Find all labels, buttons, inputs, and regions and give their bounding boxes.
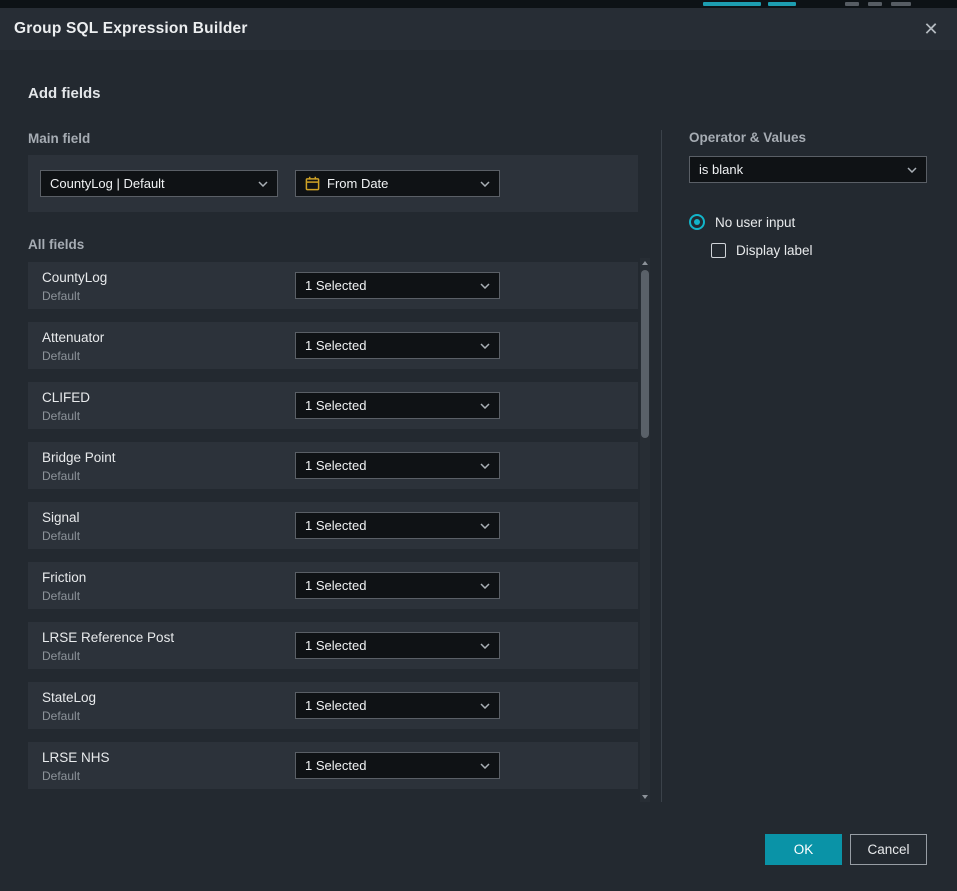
field-source: Default bbox=[42, 469, 80, 483]
field-selection-select[interactable]: 1 Selected bbox=[295, 632, 500, 659]
field-row: CLIFED Default 1 Selected bbox=[28, 382, 638, 429]
main-field-select[interactable]: From Date bbox=[295, 170, 500, 197]
operator-select[interactable]: is blank bbox=[689, 156, 927, 183]
field-name: LRSE Reference Post bbox=[42, 630, 174, 645]
field-selection-value: 1 Selected bbox=[305, 398, 472, 413]
operator-values-heading: Operator & Values bbox=[689, 130, 927, 145]
chevron-down-icon bbox=[480, 643, 490, 649]
field-row: StateLog Default 1 Selected bbox=[28, 682, 638, 729]
all-fields-label: All fields bbox=[28, 237, 84, 252]
main-field-label: Main field bbox=[28, 131, 90, 146]
operator-values-panel: Operator & Values is blank No user input… bbox=[689, 130, 927, 258]
calendar-icon bbox=[305, 176, 320, 191]
chevron-down-icon bbox=[480, 283, 490, 289]
main-field-panel: CountyLog | Default From Date bbox=[28, 155, 638, 212]
field-source: Default bbox=[42, 709, 80, 723]
field-source: Default bbox=[42, 589, 80, 603]
cancel-button[interactable]: Cancel bbox=[850, 834, 927, 865]
field-selection-value: 1 Selected bbox=[305, 578, 472, 593]
ok-button[interactable]: OK bbox=[765, 834, 842, 865]
field-selection-value: 1 Selected bbox=[305, 518, 472, 533]
field-selection-value: 1 Selected bbox=[305, 758, 472, 773]
layer-select-value: CountyLog | Default bbox=[50, 176, 250, 191]
field-selection-select[interactable]: 1 Selected bbox=[295, 752, 500, 779]
field-name: Signal bbox=[42, 510, 80, 525]
chevron-down-icon bbox=[258, 181, 268, 187]
scrollbar-thumb[interactable] bbox=[641, 270, 649, 438]
field-source: Default bbox=[42, 769, 80, 783]
background-app-peek bbox=[0, 0, 957, 8]
no-user-input-label: No user input bbox=[715, 215, 795, 230]
background-icon-fragment bbox=[868, 2, 882, 6]
add-fields-heading: Add fields bbox=[28, 85, 101, 102]
field-source: Default bbox=[42, 349, 80, 363]
scroll-up-icon[interactable] bbox=[642, 261, 648, 265]
chevron-down-icon bbox=[480, 703, 490, 709]
field-row: Attenuator Default 1 Selected bbox=[28, 322, 638, 369]
field-row: LRSE Reference Post Default 1 Selected bbox=[28, 622, 638, 669]
dialog-footer: OK Cancel bbox=[765, 834, 927, 865]
field-name: CountyLog bbox=[42, 270, 107, 285]
dialog-title: Group SQL Expression Builder bbox=[14, 20, 248, 38]
field-name: StateLog bbox=[42, 690, 96, 705]
list-scrollbar[interactable] bbox=[640, 258, 650, 802]
background-icon-fragment bbox=[845, 2, 859, 6]
background-icon-fragment bbox=[891, 2, 911, 6]
layer-select[interactable]: CountyLog | Default bbox=[40, 170, 278, 197]
field-selection-select[interactable]: 1 Selected bbox=[295, 512, 500, 539]
column-divider bbox=[661, 130, 662, 802]
chevron-down-icon bbox=[480, 463, 490, 469]
field-row: Friction Default 1 Selected bbox=[28, 562, 638, 609]
chevron-down-icon bbox=[907, 167, 917, 173]
scroll-down-icon[interactable] bbox=[642, 795, 648, 799]
display-label-label: Display label bbox=[736, 243, 813, 258]
chevron-down-icon bbox=[480, 763, 490, 769]
no-user-input-option: No user input bbox=[689, 214, 927, 230]
field-source: Default bbox=[42, 529, 80, 543]
chevron-down-icon bbox=[480, 403, 490, 409]
dialog-header: Group SQL Expression Builder ✕ bbox=[0, 8, 957, 50]
field-selection-value: 1 Selected bbox=[305, 638, 472, 653]
field-row: LRSE NHS Default 1 Selected bbox=[28, 742, 638, 789]
field-selection-select[interactable]: 1 Selected bbox=[295, 572, 500, 599]
field-row: Bridge Point Default 1 Selected bbox=[28, 442, 638, 489]
field-selection-value: 1 Selected bbox=[305, 278, 472, 293]
field-selection-select[interactable]: 1 Selected bbox=[295, 452, 500, 479]
display-label-option: Display label bbox=[711, 243, 927, 258]
main-field-select-value: From Date bbox=[327, 176, 472, 191]
no-user-input-radio[interactable] bbox=[689, 214, 705, 230]
display-label-checkbox[interactable] bbox=[711, 243, 726, 258]
field-name: Friction bbox=[42, 570, 86, 585]
field-source: Default bbox=[42, 289, 80, 303]
field-selection-value: 1 Selected bbox=[305, 458, 472, 473]
background-link-fragment bbox=[768, 2, 796, 6]
chevron-down-icon bbox=[480, 583, 490, 589]
field-source: Default bbox=[42, 409, 80, 423]
field-selection-value: 1 Selected bbox=[305, 698, 472, 713]
background-link-fragment bbox=[703, 2, 761, 6]
chevron-down-icon bbox=[480, 343, 490, 349]
field-name: LRSE NHS bbox=[42, 750, 110, 765]
all-fields-list: CountyLog Default 1 Selected Attenuator … bbox=[28, 262, 638, 802]
chevron-down-icon bbox=[480, 523, 490, 529]
field-row: Signal Default 1 Selected bbox=[28, 502, 638, 549]
field-name: CLIFED bbox=[42, 390, 90, 405]
field-selection-select[interactable]: 1 Selected bbox=[295, 332, 500, 359]
close-icon[interactable]: ✕ bbox=[919, 17, 943, 41]
field-source: Default bbox=[42, 649, 80, 663]
field-selection-value: 1 Selected bbox=[305, 338, 472, 353]
operator-select-value: is blank bbox=[699, 162, 899, 177]
field-name: Attenuator bbox=[42, 330, 104, 345]
chevron-down-icon bbox=[480, 181, 490, 187]
field-selection-select[interactable]: 1 Selected bbox=[295, 692, 500, 719]
field-row: CountyLog Default 1 Selected bbox=[28, 262, 638, 309]
field-name: Bridge Point bbox=[42, 450, 116, 465]
group-sql-expression-builder-dialog: Group SQL Expression Builder ✕ Add field… bbox=[0, 8, 957, 891]
field-selection-select[interactable]: 1 Selected bbox=[295, 392, 500, 419]
field-selection-select[interactable]: 1 Selected bbox=[295, 272, 500, 299]
